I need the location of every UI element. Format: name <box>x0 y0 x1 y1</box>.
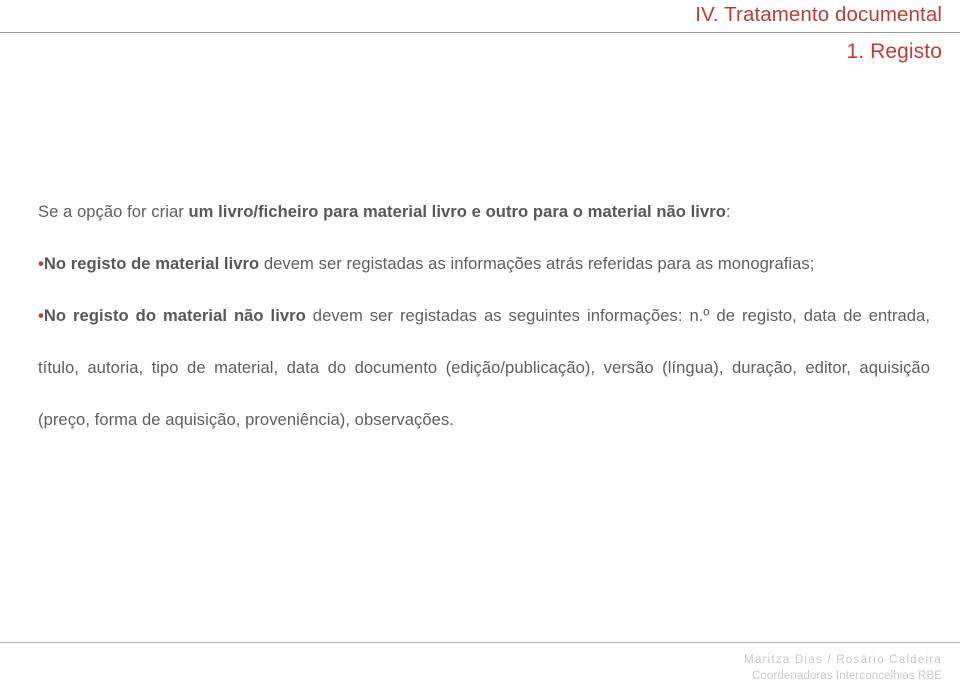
paragraph-intro: Se a opção for criar um livro/ficheiro p… <box>38 186 930 238</box>
text-run: devem ser registadas as informações atrá… <box>259 254 815 273</box>
text-run-bold: No registo de material livro <box>43 254 260 273</box>
text-run: : <box>725 202 731 221</box>
paragraph-material-livro: •No registo de material livro devem ser … <box>38 238 930 290</box>
slide-footer: Maritza Dias / Rosário Caldeira Coordena… <box>744 652 942 684</box>
page-title: IV. Tratamento documental <box>695 3 942 26</box>
presentation-slide: IV. Tratamento documental 1. Registo Se … <box>0 0 960 690</box>
text-run: Se a opção for criar <box>38 202 189 221</box>
footer-authors: Maritza Dias / Rosário Caldeira <box>744 654 942 666</box>
paragraph-material-nao-livro: •No registo do material não livro devem … <box>38 290 930 446</box>
header-divider <box>0 32 960 33</box>
footer-divider <box>0 642 960 643</box>
footer-role: Coordenadoras Interconcelhias RBE <box>752 670 942 682</box>
page-subtitle: 1. Registo <box>846 40 942 63</box>
slide-header: IV. Tratamento documental 1. Registo <box>0 0 960 80</box>
text-run-bold: um livro/ficheiro para material livro e … <box>188 202 726 221</box>
slide-body: Se a opção for criar um livro/ficheiro p… <box>38 186 930 446</box>
text-run-bold: No registo do material não livro <box>43 306 306 325</box>
